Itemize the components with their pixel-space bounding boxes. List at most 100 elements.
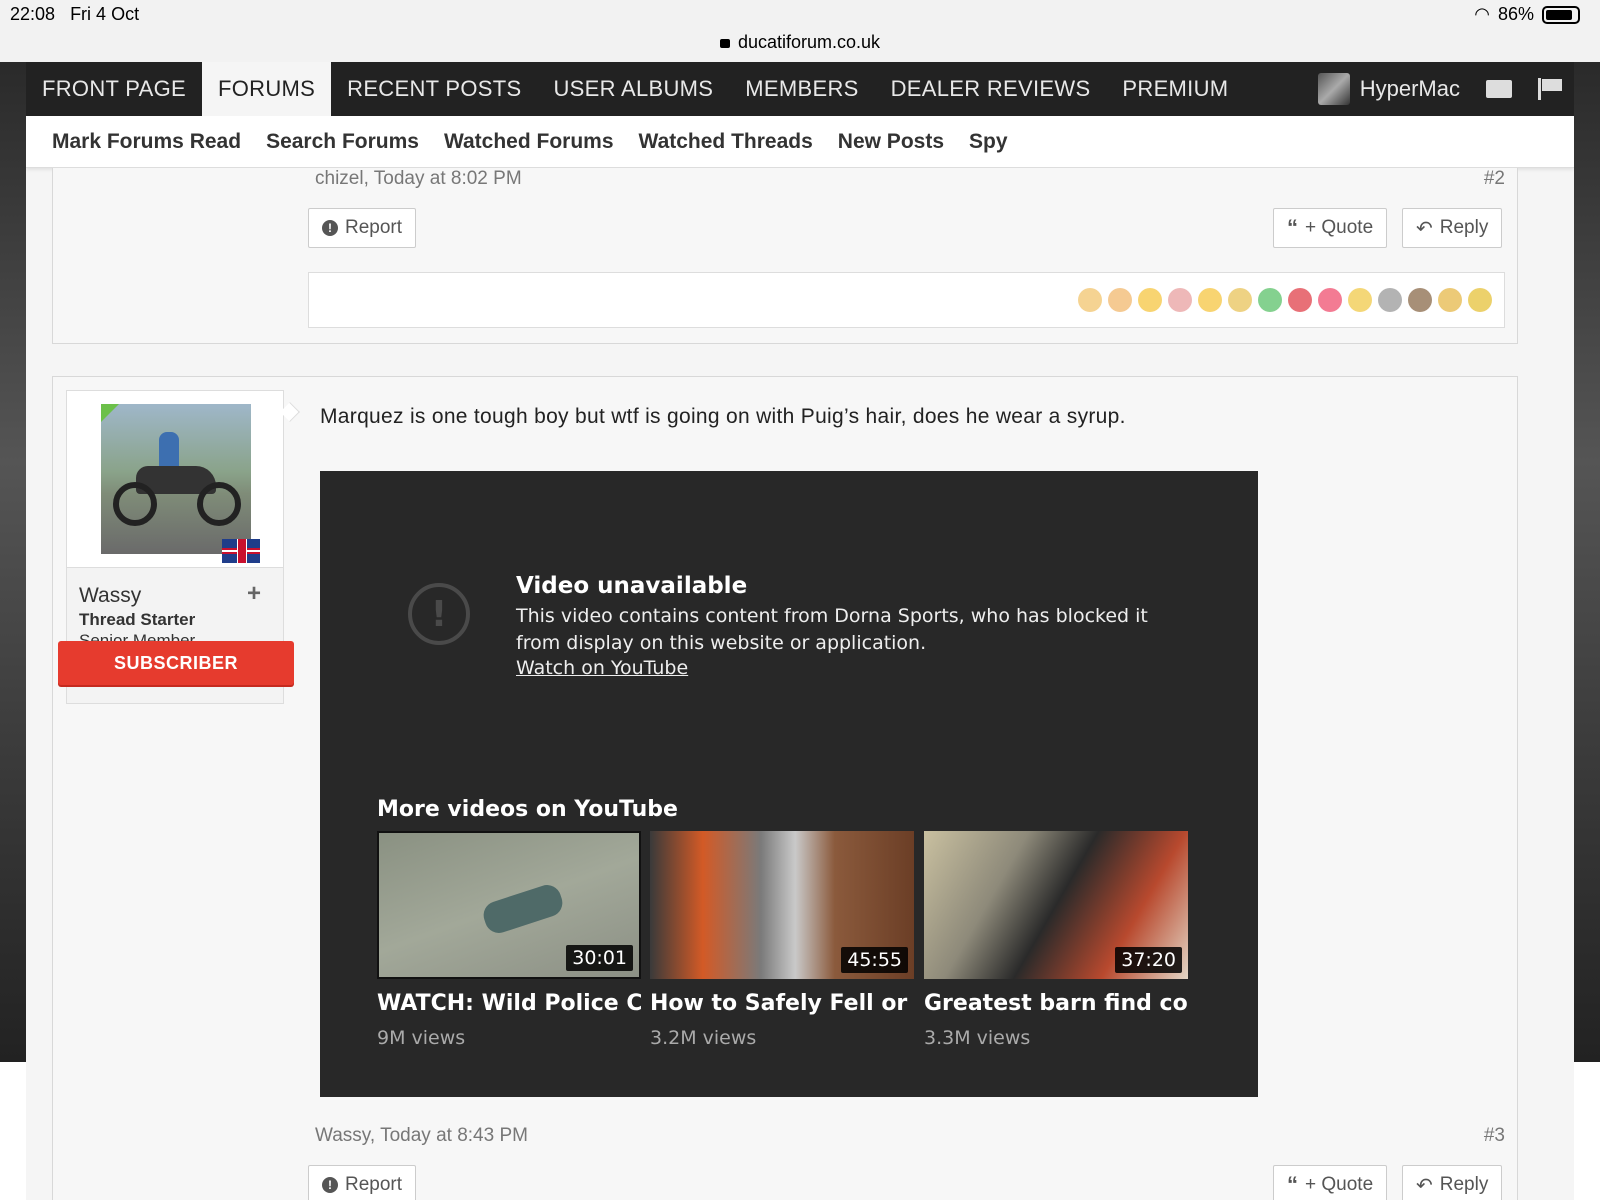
forum-page: FRONT PAGE FORUMS RECENT POSTS USER ALBU…	[26, 62, 1574, 1200]
new-posts-link[interactable]: New Posts	[838, 130, 944, 154]
reply-label: Reply	[1439, 217, 1489, 238]
quote-label: + Quote	[1305, 1174, 1374, 1195]
wheel	[113, 482, 157, 526]
username[interactable]: Wassy	[79, 584, 141, 608]
tab-premium[interactable]: PREMIUM	[1106, 62, 1244, 116]
main-nav: FRONT PAGE FORUMS RECENT POSTS USER ALBU…	[26, 62, 1574, 116]
spy-link[interactable]: Spy	[969, 130, 1008, 154]
crown-icon[interactable]	[1228, 288, 1252, 312]
video-views: 3.2M views	[650, 1027, 757, 1049]
video-thumbnail[interactable]: 37:20	[924, 831, 1188, 979]
cross-icon[interactable]	[1288, 288, 1312, 312]
background-left	[0, 62, 26, 1062]
tab-members[interactable]: MEMBERS	[729, 62, 874, 116]
post-meta[interactable]: Wassy, Today at 8:43 PM	[315, 1125, 528, 1147]
reply-button[interactable]: ↶ Reply	[1402, 1165, 1503, 1200]
reply-label: Reply	[1439, 1174, 1489, 1195]
online-indicator	[101, 404, 119, 422]
address-bar[interactable]: ducatiforum.co.uk	[0, 32, 1600, 53]
tab-dealer-reviews[interactable]: DEALER REVIEWS	[875, 62, 1107, 116]
envelope-icon[interactable]	[1486, 80, 1512, 98]
more-videos-title: More videos on YouTube	[377, 797, 678, 822]
report-button[interactable]: ! Report	[308, 1165, 417, 1200]
user-title: Thread Starter	[79, 610, 196, 629]
report-label: Report	[345, 217, 403, 238]
post-number[interactable]: #2	[1484, 168, 1505, 190]
tab-recent-posts[interactable]: RECENT POSTS	[331, 62, 537, 116]
poo-icon[interactable]	[1408, 288, 1432, 312]
avatar[interactable]	[101, 404, 251, 554]
video-title: Video unavailable	[516, 573, 748, 599]
video-duration: 37:20	[1115, 947, 1182, 973]
check-icon[interactable]	[1258, 288, 1282, 312]
wifi-icon: ◠	[1474, 4, 1490, 24]
video-item-title[interactable]: Greatest barn find coll...	[924, 991, 1188, 1016]
date: Fri 4 Oct	[70, 4, 140, 24]
video-message: This video contains content from Dorna S…	[516, 605, 1148, 654]
avatar	[1317, 73, 1350, 105]
sub-nav: Mark Forums Read Search Forums Watched F…	[26, 116, 1574, 168]
warning-icon: !	[408, 583, 470, 645]
post-2: chizel, Today at 8:02 PM #2 ! Report “ +…	[52, 168, 1518, 344]
reactions-bar	[308, 272, 1505, 328]
quote-label: + Quote	[1305, 217, 1374, 238]
lock-icon	[719, 39, 730, 48]
watch-on-youtube-link[interactable]: Watch on YouTube	[516, 657, 688, 679]
subscriber-badge: SUBSCRIBER	[58, 641, 294, 685]
watched-forums-link[interactable]: Watched Forums	[444, 130, 614, 154]
wheel	[197, 482, 241, 526]
watched-threads-link[interactable]: Watched Threads	[639, 130, 813, 154]
quote-button[interactable]: “ + Quote	[1273, 1165, 1388, 1200]
video-views: 9M views	[377, 1027, 466, 1049]
post-meta[interactable]: chizel, Today at 8:02 PM	[315, 168, 522, 190]
facepalm-icon[interactable]	[1168, 288, 1192, 312]
nav-right: HyperMac	[1317, 62, 1574, 116]
reply-icon: ↶	[1416, 217, 1433, 240]
lock-icon[interactable]	[1438, 288, 1462, 312]
video-duration: 30:01	[566, 945, 633, 971]
youtube-embed[interactable]: ! Video unavailable This video contains …	[320, 471, 1258, 1097]
medal-icon[interactable]	[1348, 288, 1372, 312]
video-item-title[interactable]: How to Safely Fell or ...	[650, 991, 914, 1016]
laugh-icon[interactable]	[1198, 288, 1222, 312]
report-button[interactable]: ! Report	[308, 208, 417, 248]
battery-percent: 86%	[1497, 4, 1534, 24]
quote-icon: “	[1287, 1172, 1298, 1197]
radioactive-icon[interactable]	[1468, 288, 1492, 312]
thumbs-up-icon[interactable]	[1078, 288, 1102, 312]
thumbs-down-icon[interactable]	[1108, 288, 1132, 312]
user-menu[interactable]: HyperMac	[1317, 73, 1460, 105]
reply-button[interactable]: ↶ Reply	[1402, 208, 1503, 248]
tab-forums[interactable]: FORUMS	[201, 62, 332, 116]
heart-icon[interactable]	[1318, 288, 1342, 312]
quote-button[interactable]: “ + Quote	[1273, 208, 1388, 248]
quote-icon: “	[1287, 215, 1298, 240]
post-3: Wassy + Thread Starter Senior Member SUB…	[52, 376, 1518, 1200]
status-time: 22:08 Fri 4 Oct	[10, 4, 139, 25]
mark-forums-read-link[interactable]: Mark Forums Read	[52, 130, 241, 154]
tab-user-albums[interactable]: USER ALBUMS	[537, 62, 729, 116]
battery-icon	[1542, 5, 1580, 24]
background-right	[1574, 62, 1600, 1062]
tongue-icon[interactable]	[1138, 288, 1162, 312]
search-forums-link[interactable]: Search Forums	[266, 130, 419, 154]
post-number[interactable]: #3	[1484, 1125, 1505, 1147]
video-views: 3.3M views	[924, 1027, 1031, 1049]
video-thumbnail[interactable]: 45:55	[650, 831, 914, 979]
url-text: ducatiforum.co.uk	[737, 32, 881, 52]
alert-icon: !	[322, 1177, 338, 1193]
tab-front-page[interactable]: FRONT PAGE	[26, 62, 202, 116]
reply-icon: ↶	[1416, 1174, 1433, 1197]
status-bar: 22:08 Fri 4 Oct ◠ 86% ducatiforum.co.uk	[0, 0, 1600, 62]
clock: 22:08	[10, 4, 56, 24]
flag-icon[interactable]	[1538, 78, 1562, 100]
video-item-title[interactable]: WATCH: Wild Police C...	[377, 991, 641, 1016]
tools-icon[interactable]	[1378, 288, 1402, 312]
post-message: Marquez is one tough boy but wtf is goin…	[320, 405, 1126, 428]
uk-flag-icon	[222, 539, 260, 563]
plus-icon[interactable]: +	[247, 580, 261, 608]
report-label: Report	[345, 1174, 403, 1195]
alert-icon: !	[322, 220, 338, 236]
status-right: ◠ 86%	[1474, 4, 1580, 25]
video-thumbnail[interactable]: 30:01	[377, 831, 641, 979]
